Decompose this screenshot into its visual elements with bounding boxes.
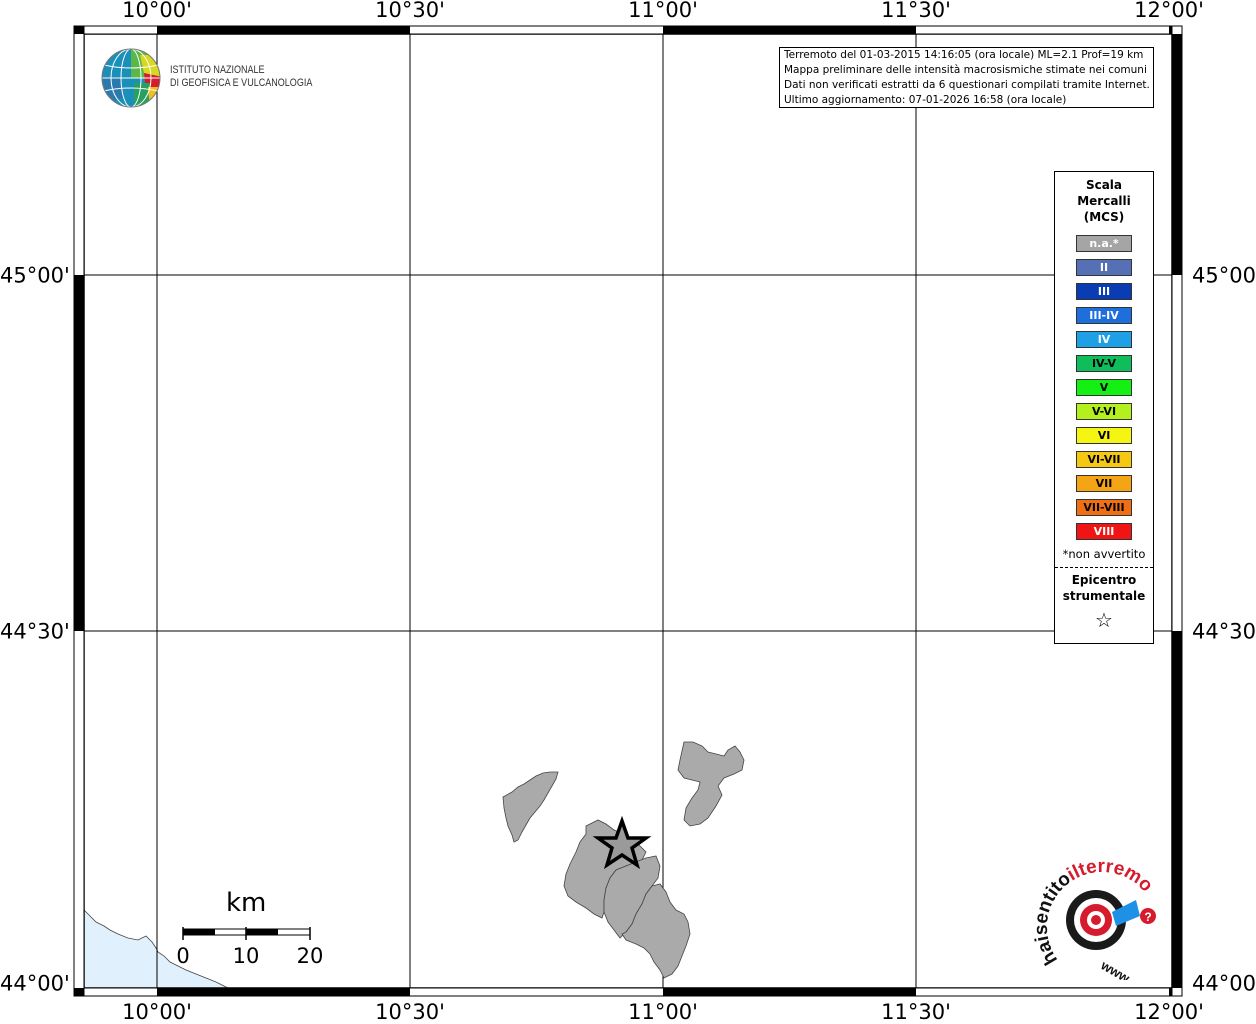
legend-swatch: n.a.* (1076, 235, 1132, 252)
legend-swatch: III-IV (1076, 307, 1132, 324)
question-mark-icon: ? (1140, 908, 1156, 924)
legend-swatch: V-VI (1076, 403, 1132, 420)
lon-label-top: 11°30' (881, 0, 951, 22)
lat-label-right: 44°30' (1192, 619, 1256, 644)
scale-unit-label: km (226, 888, 267, 918)
legend-swatch: VII (1076, 475, 1132, 492)
legend-swatches: n.a.* II III III-IV IV IV-V V V-VI VI VI-VII VII VI… (1055, 235, 1153, 540)
frame-bar-left (73, 25, 85, 997)
municipality-area (502, 771, 559, 843)
legend-swatch: VI (1076, 427, 1132, 444)
lon-label-bottom: 11°00' (628, 1000, 698, 1024)
municipality-area (677, 741, 745, 827)
legend-note: *non avvertito (1062, 547, 1146, 561)
lon-label-bottom: 10°00' (122, 1000, 192, 1024)
epicenter-title-line1: Epicentro (1071, 573, 1137, 587)
legend-swatch: VI-VII (1076, 451, 1132, 468)
legend-swatch: II (1076, 259, 1132, 276)
ingv-globe-logo (101, 48, 161, 108)
epicenter-title-line2: strumentale (1062, 589, 1146, 603)
lat-label-left: 45°00' (0, 263, 70, 288)
haisentito-logo: haisentitoilterremoto.it www. ? (1030, 860, 1157, 980)
info-line-3: Dati non verificati estratti da 6 questi… (784, 79, 1150, 91)
info-line-4: Ultimo aggiornamento: 07-01-2026 16:58 (… (784, 94, 1067, 106)
epicenter-star-legend-icon: ☆ (1095, 608, 1113, 632)
lon-label-bottom: 10°30' (375, 1000, 445, 1024)
legend-title-line3: (MCS) (1083, 210, 1125, 224)
legend-title-line2: Mercalli (1077, 194, 1131, 208)
lon-label-top: 12°00' (1134, 0, 1204, 22)
lat-label-left: 44°00' (0, 971, 70, 996)
scale-tick-label: 0 (176, 944, 190, 968)
frame-bar-right (1171, 25, 1183, 997)
hsit-text-www: www. (1098, 957, 1135, 980)
legend-swatch: IV-V (1076, 355, 1132, 372)
info-line-2: Mappa preliminare delle intensità macros… (784, 64, 1147, 76)
legend-separator (1055, 567, 1153, 568)
lat-label-left: 44°30' (0, 619, 70, 644)
legend-swatch: IV (1076, 331, 1132, 348)
scale-bar (182, 927, 311, 940)
lon-label-bottom: 12°00' (1134, 1000, 1204, 1024)
lat-label-right: 44°00' (1192, 971, 1256, 996)
frame-bar-top (73, 25, 1183, 35)
ingv-name: ISTITUTO NAZIONALE DI GEOFISICA E VULCAN… (170, 64, 312, 90)
epicenter-legend-title: Epicentro strumentale (1055, 572, 1153, 604)
sea-area (83, 909, 229, 989)
legend-swatch: III (1076, 283, 1132, 300)
intensity-legend: Scala Mercalli (MCS) n.a.* II III III-IV IV I… (1054, 171, 1154, 644)
event-info-box: Terremoto del 01-03-2015 14:16:05 (ora l… (779, 47, 1154, 108)
lon-label-top: 10°30' (375, 0, 445, 22)
ingv-name-line1: ISTITUTO NAZIONALE (170, 64, 265, 76)
lon-label-top: 11°00' (628, 0, 698, 22)
scale-tick-label: 10 (232, 944, 260, 968)
scale-tick-label: 20 (296, 944, 324, 968)
legend-swatch: V (1076, 379, 1132, 396)
ingv-name-line2: DI GEOFISICA E VULCANOLOGIA (170, 77, 313, 89)
lat-label-right: 45°00' (1192, 263, 1256, 288)
lon-label-bottom: 11°30' (881, 1000, 951, 1024)
legend-swatch: VIII (1076, 523, 1132, 540)
lon-label-top: 10°00' (122, 0, 192, 22)
legend-title-line1: Scala (1085, 178, 1123, 192)
frame-bar-bottom (73, 987, 1183, 997)
svg-text:?: ? (1144, 910, 1151, 924)
legend-swatch: VII-VIII (1076, 499, 1132, 516)
info-line-1: Terremoto del 01-03-2015 14:16:05 (ora l… (784, 49, 1144, 61)
legend-title: Scala Mercalli (MCS) (1055, 177, 1153, 225)
